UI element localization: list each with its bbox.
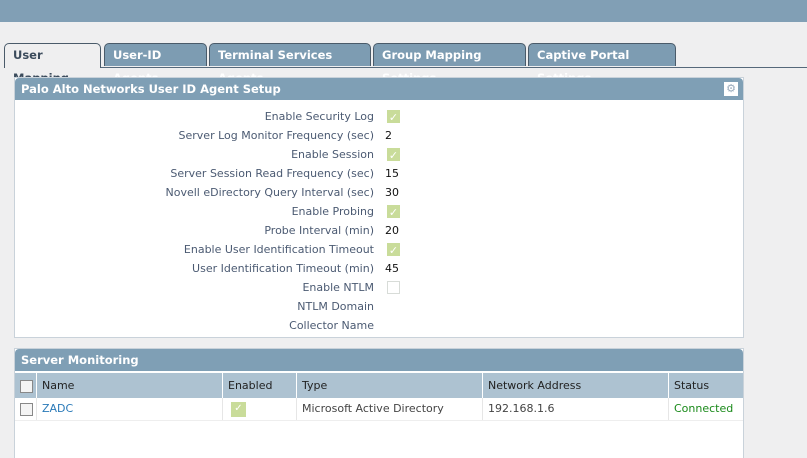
field-value: 20 bbox=[385, 224, 399, 237]
server-name-link[interactable]: ZADC bbox=[37, 398, 223, 420]
tab-user-id-agents[interactable]: User-ID Agents bbox=[104, 43, 207, 85]
column-type[interactable]: Type bbox=[297, 373, 483, 398]
field-label: User Identification Timeout (min) bbox=[192, 262, 374, 275]
server-monitoring-panel: Server Monitoring Name Enabled Type Netw… bbox=[14, 348, 744, 458]
enabled-cell: ✓ bbox=[223, 398, 297, 420]
field-checkbox[interactable]: ✓ bbox=[387, 110, 400, 124]
field-label: Enable Session bbox=[291, 148, 374, 161]
tab-captive-portal-settings[interactable]: Captive Portal Settings bbox=[528, 43, 676, 85]
setup-field-row: Enable Probing ✓ bbox=[15, 202, 743, 221]
column-enabled[interactable]: Enabled bbox=[223, 373, 297, 398]
tab-terminal-services-agents[interactable]: Terminal Services Agents bbox=[209, 43, 371, 85]
setup-field-row: Probe Interval (min) 20 bbox=[15, 221, 743, 240]
tab-group-mapping-settings[interactable]: Group Mapping Settings bbox=[373, 43, 526, 85]
table-row: ZADC ✓ Microsoft Active Directory 192.16… bbox=[15, 398, 743, 421]
setup-field-row: NTLM Domain bbox=[15, 297, 743, 316]
select-all-checkbox[interactable] bbox=[15, 373, 37, 398]
agent-setup-title: Palo Alto Networks User ID Agent Setup bbox=[15, 78, 743, 100]
field-value: 30 bbox=[385, 186, 399, 199]
field-label: Enable Probing bbox=[291, 205, 374, 218]
check-icon: ✓ bbox=[231, 401, 246, 417]
setup-field-row: Enable Security Log ✓ bbox=[15, 107, 743, 126]
column-network-address[interactable]: Network Address bbox=[483, 373, 669, 398]
field-checkbox[interactable]: ✓ bbox=[387, 243, 400, 257]
row-checkbox[interactable] bbox=[15, 398, 37, 420]
field-checkbox[interactable] bbox=[387, 281, 400, 294]
setup-field-row: Server Session Read Frequency (sec) 15 bbox=[15, 164, 743, 183]
field-label: Enable NTLM bbox=[302, 281, 374, 294]
setup-field-row: Collector Name bbox=[15, 316, 743, 335]
gear-icon[interactable]: ⚙ bbox=[724, 82, 738, 96]
setup-field-row: User Identification Timeout (min) 45 bbox=[15, 259, 743, 278]
field-label: NTLM Domain bbox=[297, 300, 374, 313]
field-value: 15 bbox=[385, 167, 399, 180]
field-value: 45 bbox=[385, 262, 399, 275]
column-status[interactable]: Status bbox=[669, 373, 743, 398]
field-value: 2 bbox=[385, 129, 392, 142]
field-label: Probe Interval (min) bbox=[264, 224, 374, 237]
top-banner bbox=[0, 0, 807, 22]
field-label: Server Session Read Frequency (sec) bbox=[170, 167, 374, 180]
field-label: Novell eDirectory Query Interval (sec) bbox=[165, 186, 374, 199]
field-label: Enable User Identification Timeout bbox=[183, 243, 374, 256]
setup-field-row: Enable User Identification Timeout ✓ bbox=[15, 240, 743, 259]
type-cell: Microsoft Active Directory bbox=[297, 398, 483, 420]
agent-setup-panel: Palo Alto Networks User ID Agent Setup ⚙… bbox=[14, 77, 744, 338]
field-label: Enable Security Log bbox=[264, 110, 374, 123]
setup-field-row: Enable Session ✓ bbox=[15, 145, 743, 164]
field-checkbox[interactable]: ✓ bbox=[387, 205, 400, 219]
column-name[interactable]: Name bbox=[37, 373, 223, 398]
setup-field-row: Novell eDirectory Query Interval (sec) 30 bbox=[15, 183, 743, 202]
setup-field-row: Enable NTLM bbox=[15, 278, 743, 297]
server-monitoring-title: Server Monitoring bbox=[15, 349, 743, 371]
status-cell: Connected bbox=[674, 402, 734, 415]
field-checkbox[interactable]: ✓ bbox=[387, 148, 400, 162]
field-label: Collector Name bbox=[289, 319, 374, 332]
address-cell: 192.168.1.6 bbox=[483, 398, 669, 420]
field-label: Server Log Monitor Frequency (sec) bbox=[178, 129, 374, 142]
tab-bar: User Mapping User-ID Agents Terminal Ser… bbox=[4, 43, 807, 85]
setup-field-row: Server Log Monitor Frequency (sec) 2 bbox=[15, 126, 743, 145]
tab-user-mapping[interactable]: User Mapping bbox=[4, 43, 101, 85]
table-header: Name Enabled Type Network Address Status bbox=[15, 373, 743, 398]
